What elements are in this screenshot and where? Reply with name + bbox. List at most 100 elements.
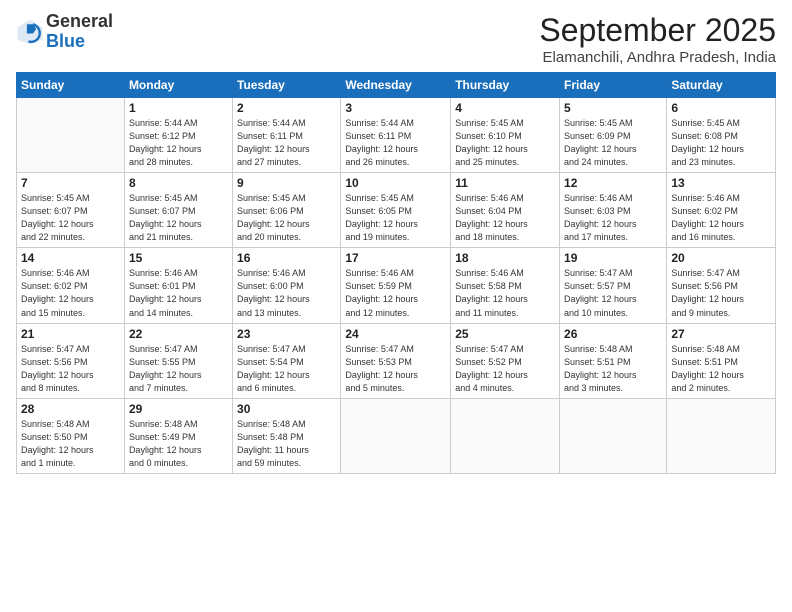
weekday-header: Saturday xyxy=(667,73,776,98)
calendar-cell: 5 Sunrise: 5:45 AM Sunset: 6:09 PM Daylig… xyxy=(560,98,667,173)
day-info: Sunrise: 5:46 AM Sunset: 5:58 PM Dayligh… xyxy=(455,267,555,319)
day-number: 25 xyxy=(455,327,555,341)
calendar-cell: 10 Sunrise: 5:45 AM Sunset: 6:05 PM Dayli… xyxy=(341,173,451,248)
day-info: Sunrise: 5:46 AM Sunset: 6:04 PM Dayligh… xyxy=(455,192,555,244)
calendar-table: SundayMondayTuesdayWednesdayThursdayFrid… xyxy=(16,72,776,474)
calendar-cell: 11Sunrise: 5:46 AM Sunset: 6:04 PM Dayli… xyxy=(451,173,560,248)
day-number: 30 xyxy=(237,402,336,416)
calendar-week-row: 14 Sunrise: 5:46 AM Sunset: 6:02 PM Dayli… xyxy=(17,248,776,323)
month-title: September 2025 xyxy=(539,12,776,49)
day-info: Sunrise: 5:47 AM Sunset: 5:55 PM Dayligh… xyxy=(129,343,228,395)
calendar-cell: 29 Sunrise: 5:48 AM Sunset: 5:49 PM Dayli… xyxy=(124,398,232,473)
day-number: 9 xyxy=(237,176,336,190)
day-info: Sunrise: 5:46 AM Sunset: 6:02 PM Dayligh… xyxy=(21,267,120,319)
calendar-cell: 21 Sunrise: 5:47 AM Sunset: 5:56 PM Dayli… xyxy=(17,323,125,398)
day-number: 23 xyxy=(237,327,336,341)
day-info: Sunrise: 5:48 AM Sunset: 5:49 PM Dayligh… xyxy=(129,418,228,470)
header: General Blue September 2025 Elamanchili,… xyxy=(16,12,776,66)
calendar-header-row: SundayMondayTuesdayWednesdayThursdayFrid… xyxy=(17,73,776,98)
day-info: Sunrise: 5:48 AM Sunset: 5:51 PM Dayligh… xyxy=(671,343,771,395)
weekday-header: Monday xyxy=(124,73,232,98)
calendar-cell: 25 Sunrise: 5:47 AM Sunset: 5:52 PM Dayli… xyxy=(451,323,560,398)
weekday-header: Wednesday xyxy=(341,73,451,98)
day-number: 27 xyxy=(671,327,771,341)
day-number: 8 xyxy=(129,176,228,190)
day-info: Sunrise: 5:45 AM Sunset: 6:07 PM Dayligh… xyxy=(21,192,120,244)
day-info: Sunrise: 5:46 AM Sunset: 6:02 PM Dayligh… xyxy=(671,192,771,244)
day-number: 12 xyxy=(564,176,662,190)
day-info: Sunrise: 5:47 AM Sunset: 5:53 PM Dayligh… xyxy=(345,343,446,395)
weekday-header: Friday xyxy=(560,73,667,98)
logo-text: General Blue xyxy=(46,12,113,52)
day-number: 14 xyxy=(21,251,120,265)
day-number: 26 xyxy=(564,327,662,341)
calendar-cell: 6Sunrise: 5:45 AM Sunset: 6:08 PM Daylig… xyxy=(667,98,776,173)
day-number: 18 xyxy=(455,251,555,265)
day-number: 7 xyxy=(21,176,120,190)
calendar-cell: 20 Sunrise: 5:47 AM Sunset: 5:56 PM Dayli… xyxy=(667,248,776,323)
calendar-cell: 19Sunrise: 5:47 AM Sunset: 5:57 PM Dayli… xyxy=(560,248,667,323)
day-number: 16 xyxy=(237,251,336,265)
day-info: Sunrise: 5:44 AM Sunset: 6:11 PM Dayligh… xyxy=(237,117,336,169)
calendar-cell xyxy=(451,398,560,473)
calendar-cell: 2Sunrise: 5:44 AM Sunset: 6:11 PM Daylig… xyxy=(233,98,341,173)
day-number: 28 xyxy=(21,402,120,416)
day-number: 19 xyxy=(564,251,662,265)
day-info: Sunrise: 5:47 AM Sunset: 5:56 PM Dayligh… xyxy=(671,267,771,319)
day-info: Sunrise: 5:46 AM Sunset: 6:01 PM Dayligh… xyxy=(129,267,228,319)
calendar-cell: 12Sunrise: 5:46 AM Sunset: 6:03 PM Dayli… xyxy=(560,173,667,248)
calendar-cell: 14 Sunrise: 5:46 AM Sunset: 6:02 PM Dayli… xyxy=(17,248,125,323)
calendar-cell: 27 Sunrise: 5:48 AM Sunset: 5:51 PM Dayli… xyxy=(667,323,776,398)
day-number: 1 xyxy=(129,101,228,115)
calendar-cell: 23 Sunrise: 5:47 AM Sunset: 5:54 PM Dayli… xyxy=(233,323,341,398)
day-info: Sunrise: 5:47 AM Sunset: 5:54 PM Dayligh… xyxy=(237,343,336,395)
calendar-cell xyxy=(341,398,451,473)
day-info: Sunrise: 5:45 AM Sunset: 6:10 PM Dayligh… xyxy=(455,117,555,169)
day-number: 20 xyxy=(671,251,771,265)
day-info: Sunrise: 5:48 AM Sunset: 5:48 PM Dayligh… xyxy=(237,418,336,470)
day-number: 6 xyxy=(671,101,771,115)
calendar-cell: 7 Sunrise: 5:45 AM Sunset: 6:07 PM Daylig… xyxy=(17,173,125,248)
day-info: Sunrise: 5:48 AM Sunset: 5:51 PM Dayligh… xyxy=(564,343,662,395)
calendar-cell: 22 Sunrise: 5:47 AM Sunset: 5:55 PM Dayli… xyxy=(124,323,232,398)
day-number: 5 xyxy=(564,101,662,115)
calendar-cell: 8 Sunrise: 5:45 AM Sunset: 6:07 PM Daylig… xyxy=(124,173,232,248)
weekday-header: Thursday xyxy=(451,73,560,98)
calendar-cell: 17Sunrise: 5:46 AM Sunset: 5:59 PM Dayli… xyxy=(341,248,451,323)
calendar-cell xyxy=(560,398,667,473)
calendar-cell: 1 Sunrise: 5:44 AM Sunset: 6:12 PM Daylig… xyxy=(124,98,232,173)
calendar-cell: 3 Sunrise: 5:44 AM Sunset: 6:11 PM Daylig… xyxy=(341,98,451,173)
calendar-week-row: 7 Sunrise: 5:45 AM Sunset: 6:07 PM Daylig… xyxy=(17,173,776,248)
title-block: September 2025 Elamanchili, Andhra Prade… xyxy=(539,12,776,66)
day-info: Sunrise: 5:47 AM Sunset: 5:56 PM Dayligh… xyxy=(21,343,120,395)
day-number: 22 xyxy=(129,327,228,341)
calendar-week-row: 21 Sunrise: 5:47 AM Sunset: 5:56 PM Dayli… xyxy=(17,323,776,398)
calendar-cell: 30 Sunrise: 5:48 AM Sunset: 5:48 PM Dayli… xyxy=(233,398,341,473)
page: General Blue September 2025 Elamanchili,… xyxy=(0,0,792,612)
day-info: Sunrise: 5:45 AM Sunset: 6:09 PM Dayligh… xyxy=(564,117,662,169)
day-info: Sunrise: 5:44 AM Sunset: 6:11 PM Dayligh… xyxy=(345,117,446,169)
day-number: 4 xyxy=(455,101,555,115)
day-number: 3 xyxy=(345,101,446,115)
logo-line1: General xyxy=(46,11,113,31)
day-number: 24 xyxy=(345,327,446,341)
calendar-cell: 24 Sunrise: 5:47 AM Sunset: 5:53 PM Dayli… xyxy=(341,323,451,398)
day-info: Sunrise: 5:45 AM Sunset: 6:06 PM Dayligh… xyxy=(237,192,336,244)
calendar-cell: 18 Sunrise: 5:46 AM Sunset: 5:58 PM Dayli… xyxy=(451,248,560,323)
day-info: Sunrise: 5:44 AM Sunset: 6:12 PM Dayligh… xyxy=(129,117,228,169)
calendar-cell xyxy=(667,398,776,473)
logo-line2: Blue xyxy=(46,31,85,51)
day-number: 29 xyxy=(129,402,228,416)
location: Elamanchili, Andhra Pradesh, India xyxy=(539,49,776,66)
day-info: Sunrise: 5:45 AM Sunset: 6:07 PM Dayligh… xyxy=(129,192,228,244)
day-number: 13 xyxy=(671,176,771,190)
day-info: Sunrise: 5:47 AM Sunset: 5:52 PM Dayligh… xyxy=(455,343,555,395)
calendar-cell: 9 Sunrise: 5:45 AM Sunset: 6:06 PM Daylig… xyxy=(233,173,341,248)
day-number: 21 xyxy=(21,327,120,341)
calendar-cell xyxy=(17,98,125,173)
weekday-header: Tuesday xyxy=(233,73,341,98)
day-info: Sunrise: 5:48 AM Sunset: 5:50 PM Dayligh… xyxy=(21,418,120,470)
calendar-week-row: 28 Sunrise: 5:48 AM Sunset: 5:50 PM Dayli… xyxy=(17,398,776,473)
day-info: Sunrise: 5:45 AM Sunset: 6:05 PM Dayligh… xyxy=(345,192,446,244)
day-number: 10 xyxy=(345,176,446,190)
